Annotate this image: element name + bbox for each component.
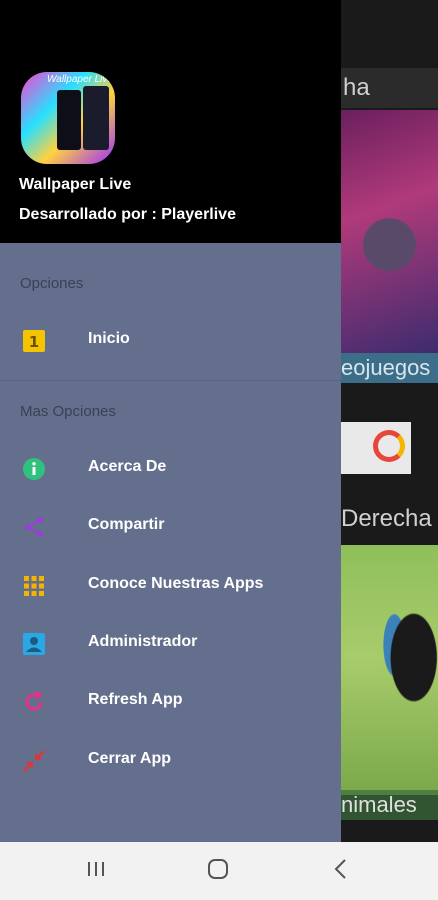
menu-item-cerrar[interactable]: Cerrar App — [0, 736, 341, 786]
category-caption-videojuegos: eojuegos — [341, 353, 438, 383]
logo-script-text: Wallpaper Live — [47, 74, 113, 85]
refresh-icon — [22, 690, 46, 714]
menu-item-label: Acerca De — [88, 458, 167, 475]
menu-item-acerca-de[interactable]: Acerca De — [0, 444, 341, 494]
info-icon — [22, 457, 46, 481]
section-label-opciones: Opciones — [20, 275, 84, 292]
system-navigation-bar — [0, 842, 438, 900]
menu-item-compartir[interactable]: Compartir — [0, 502, 341, 552]
background-header-fragment: ha — [341, 68, 438, 108]
menu-item-administrador[interactable]: Administrador — [0, 619, 341, 669]
ad-logo-icon — [373, 430, 405, 462]
menu-item-inicio[interactable]: 1 Inicio — [0, 316, 341, 366]
menu-item-conoce-apps[interactable]: Conoce Nuestras Apps — [0, 561, 341, 611]
ad-banner[interactable] — [341, 422, 411, 474]
menu-item-label: Conoce Nuestras Apps — [88, 575, 264, 592]
home-badge-icon: 1 — [22, 329, 46, 353]
home-button[interactable] — [198, 856, 238, 886]
app-developer: Desarrollado por : Playerlive — [19, 206, 236, 223]
apps-grid-icon — [22, 574, 46, 598]
recent-apps-button[interactable] — [76, 856, 116, 886]
menu-item-label: Refresh App — [88, 691, 183, 708]
drawer-header: Wallpaper Live Wallpaper Live Desarrolla… — [0, 0, 341, 243]
app-logo: Wallpaper Live — [21, 72, 115, 164]
back-icon — [333, 858, 347, 885]
category-caption-animales: nimales — [341, 790, 438, 820]
close-arrows-icon — [22, 749, 46, 773]
menu-item-label: Inicio — [88, 330, 130, 347]
section-label-mas-opciones: Mas Opciones — [20, 403, 116, 420]
svg-text:1: 1 — [29, 333, 39, 351]
app-title: Wallpaper Live — [19, 176, 132, 193]
wallpaper-thumbnail-animals[interactable] — [341, 545, 438, 795]
menu-item-refresh[interactable]: Refresh App — [0, 677, 341, 727]
divider — [0, 380, 341, 381]
section-title-fragment: Derecha — [341, 505, 432, 532]
account-box-icon — [22, 632, 46, 656]
menu-item-label: Cerrar App — [88, 750, 171, 767]
home-icon — [207, 858, 229, 885]
share-icon — [22, 515, 46, 539]
navigation-drawer: Wallpaper Live Wallpaper Live Desarrolla… — [0, 0, 341, 842]
wallpaper-thumbnail-gaming[interactable] — [341, 110, 438, 355]
recent-apps-icon — [86, 860, 106, 883]
logo-panel — [83, 86, 109, 150]
menu-item-label: Compartir — [88, 516, 165, 533]
logo-panel — [57, 90, 81, 150]
back-button[interactable] — [320, 856, 360, 886]
menu-item-label: Administrador — [88, 633, 198, 650]
